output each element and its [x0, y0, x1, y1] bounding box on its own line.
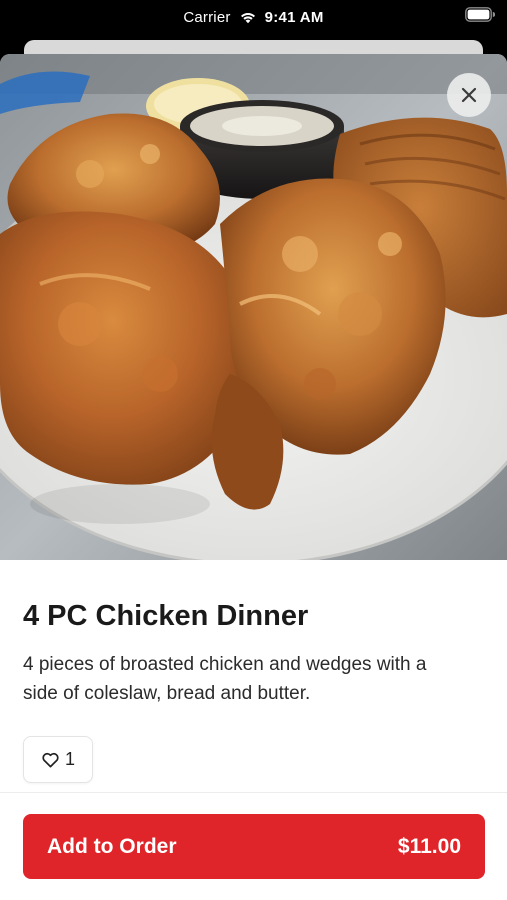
status-bar: Carrier 9:41 AM [0, 0, 507, 34]
battery-icon [465, 7, 495, 22]
add-to-order-label: Add to Order [47, 834, 177, 858]
heart-icon [42, 752, 59, 768]
fried-chicken-photo [0, 54, 507, 560]
item-description: 4 pieces of broasted chicken and wedges … [23, 654, 427, 704]
like-count: 1 [64, 749, 75, 769]
item-title: 4 PC Chicken Dinner [23, 600, 309, 632]
carrier-label: Carrier [183, 8, 231, 26]
item-price: $11.00 [397, 834, 461, 858]
close-icon [461, 87, 477, 103]
close-button[interactable] [447, 73, 491, 117]
item-image [0, 54, 507, 560]
item-detail-sheet: 4 PC Chicken Dinner 4 pieces of broasted… [0, 54, 507, 900]
wifi-icon [240, 13, 255, 24]
add-to-order-button[interactable]: Add to Order $11.00 [23, 814, 485, 879]
clock-time: 9:41 AM [264, 8, 324, 26]
status-center: Carrier 9:41 AM [183, 9, 323, 26]
divider [0, 792, 507, 793]
like-button[interactable]: 1 [23, 736, 93, 783]
